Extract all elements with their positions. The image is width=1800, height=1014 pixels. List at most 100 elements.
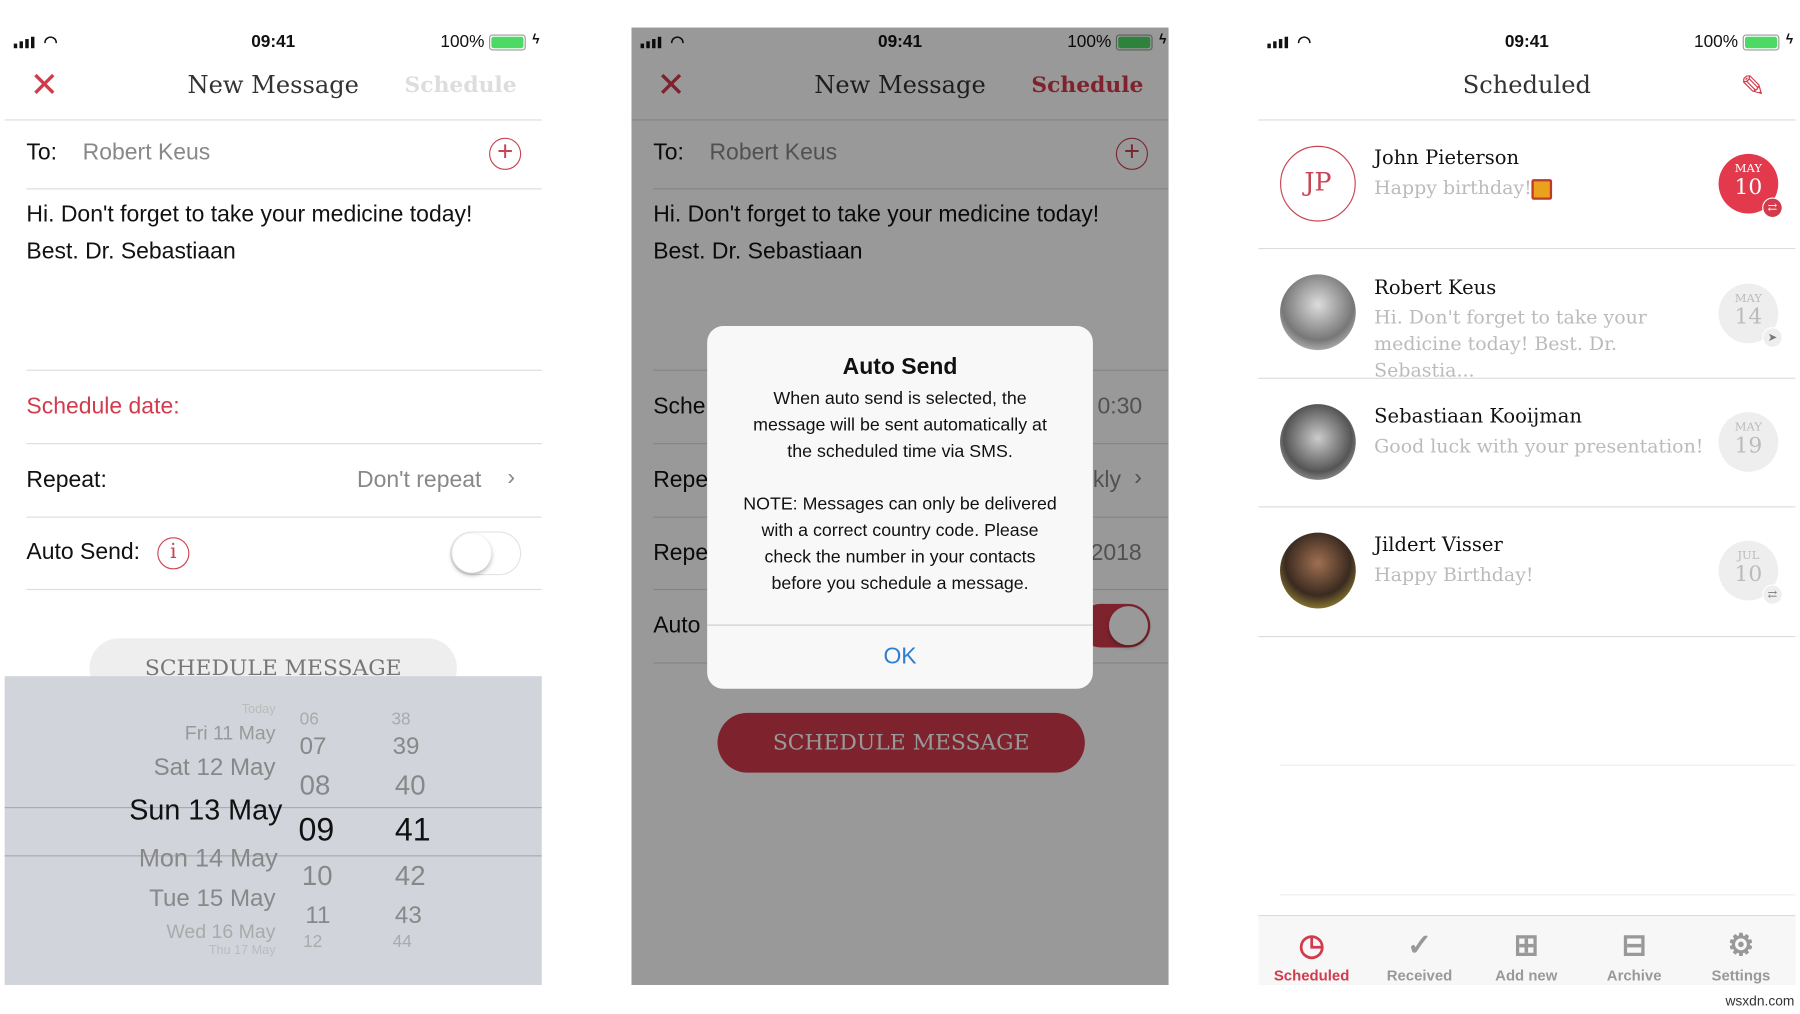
battery-percent: 100%	[440, 32, 485, 52]
picker-hour-selected[interactable]: 09	[298, 812, 334, 849]
to-field[interactable]: Robert Keus	[83, 140, 211, 166]
watermark: wsxdn.com	[1725, 993, 1795, 1010]
list-item[interactable]: Jildert Visser Happy Birthday! JUL 10 ⇄	[1258, 506, 1795, 635]
picker-minute[interactable]: 44	[393, 932, 412, 952]
schedule-button[interactable]: Schedule	[405, 72, 517, 97]
contact-name: Jildert Visser	[1374, 533, 1503, 557]
dialog-text-line: NOTE: Messages can only be delivered	[743, 494, 1057, 515]
auto-send-label: Auto Send:	[26, 539, 141, 565]
picker-date-selected[interactable]: Sun 13 May	[129, 794, 282, 827]
picker-date[interactable]: Fri 11 May	[185, 722, 276, 745]
dialog-message: When auto send is selected, the message …	[707, 386, 1093, 597]
message-preview: Good luck with your presentation!	[1374, 435, 1704, 457]
tab-scheduled[interactable]: ◷ Scheduled	[1258, 916, 1365, 984]
contact-name: Robert Keus	[1374, 276, 1497, 300]
picker-minute[interactable]: 39	[393, 734, 420, 762]
repeat-label: Repeat:	[26, 467, 107, 493]
tab-archive[interactable]: ⊟ Archive	[1581, 916, 1688, 984]
add-recipient-icon[interactable]: +	[489, 137, 522, 170]
tab-settings[interactable]: ⚙ Settings	[1688, 916, 1795, 984]
picker-minute-selected[interactable]: 41	[395, 812, 431, 849]
gift-icon	[1531, 179, 1553, 200]
plus-square-icon: ⊞	[1513, 927, 1539, 963]
message-line-2[interactable]: Best. Dr. Sebastiaan	[26, 239, 235, 265]
phone-auto-send-dialog: ◠ 09:41 100% ϟ ✕ New Message Schedule To…	[631, 27, 1169, 985]
to-label: To:	[26, 140, 58, 166]
picker-hour[interactable]: 10	[302, 861, 333, 893]
dialog-text-line: message will be sent automatically at	[753, 415, 1047, 436]
picker-hour[interactable]: 07	[300, 734, 327, 762]
dialog-text-line: check the number in your contacts	[764, 547, 1036, 568]
picker-minute[interactable]: 40	[395, 770, 426, 802]
info-icon[interactable]: i	[157, 537, 190, 570]
picker-hour[interactable]: 06	[300, 709, 319, 729]
avatar	[1280, 404, 1356, 480]
tab-label: Archive	[1606, 966, 1662, 984]
badge-day: 14	[1734, 304, 1763, 330]
auto-send-toggle[interactable]	[450, 531, 522, 576]
tab-label: Received	[1386, 966, 1453, 984]
contact-name: John Pieterson	[1374, 146, 1520, 170]
avatar	[1280, 532, 1356, 609]
phone-new-message: ◠ 09:41 100% ϟ ✕ New Message Schedule To…	[4, 27, 542, 985]
charging-icon: ϟ	[532, 30, 540, 48]
auto-send-dialog: Auto Send When auto send is selected, th…	[707, 326, 1093, 689]
clock-bubble-icon: ◷	[1298, 927, 1325, 963]
message-preview: Happy Birthday!	[1374, 563, 1534, 586]
message-line-1[interactable]: Hi. Don't forget to take your medicine t…	[26, 202, 472, 228]
picker-hour[interactable]: 11	[305, 902, 330, 930]
picker-date[interactable]: Thu 17 May	[209, 944, 276, 958]
badge-day: 10	[1734, 561, 1763, 587]
message-preview: Happy birthday!	[1374, 176, 1532, 199]
picker-minute[interactable]: 38	[391, 709, 410, 729]
status-bar: ◠ 09:41 100% ϟ	[5, 28, 542, 58]
date-badge: JUL 10 ⇄	[1718, 540, 1783, 605]
date-badge: MAY 14 ➤	[1718, 283, 1783, 348]
avatar: JP	[1280, 145, 1356, 222]
charging-icon: ϟ	[1785, 30, 1794, 48]
check-bubble-icon: ✓	[1406, 927, 1433, 963]
dialog-text-line: with a correct country code. Please	[761, 521, 1039, 541]
dialog-text-line: before you schedule a message.	[771, 574, 1029, 594]
picker-hour[interactable]: 12	[303, 932, 322, 952]
ok-button[interactable]: OK	[707, 626, 1093, 689]
dialog-title: Auto Send	[842, 354, 958, 380]
avatar	[1280, 274, 1356, 351]
dialog-text-line: When auto send is selected, the	[773, 389, 1027, 409]
list-item[interactable]: Robert Keus Hi. Don't forget to take you…	[1258, 249, 1795, 381]
list-item[interactable]: Sebastiaan Kooijman Good luck with your …	[1258, 378, 1795, 507]
message-preview: Hi. Don't forget to take your medicine t…	[1374, 306, 1647, 382]
picker-date[interactable]: Today	[242, 703, 276, 717]
date-badge: MAY 10 ⇄	[1718, 153, 1783, 219]
badge-day: 19	[1734, 432, 1763, 459]
picker-date[interactable]: Mon 14 May	[139, 844, 278, 874]
list-item[interactable]: JP John Pieterson Happy birthday! MAY 10…	[1258, 119, 1795, 248]
status-bar: ◠ 09:41 100% ϟ	[1258, 28, 1795, 58]
stage: ◠ 09:41 100% ϟ ✕ New Message Schedule To…	[0, 0, 1800, 1014]
tab-label: Settings	[1711, 966, 1771, 984]
page-title: Scheduled	[1462, 71, 1591, 99]
picker-date[interactable]: Tue 15 May	[149, 885, 275, 913]
tab-received[interactable]: ✓ Received	[1366, 916, 1473, 984]
picker-date[interactable]: Wed 16 May	[166, 921, 275, 944]
battery-percent: 100%	[1694, 32, 1739, 52]
picker-date[interactable]: Sat 12 May	[154, 754, 276, 782]
picker-minute[interactable]: 43	[395, 902, 422, 930]
repeat-icon: ⇄	[1762, 584, 1783, 605]
date-badge: MAY 19	[1718, 412, 1779, 472]
repeat-icon: ⇄	[1762, 197, 1783, 219]
dialog-text-line: the scheduled time via SMS.	[787, 441, 1013, 462]
battery-icon	[1742, 34, 1780, 51]
phone-scheduled-list: ◠ 09:41 100% ϟ Scheduled ✎ JP John Piete…	[1258, 27, 1796, 985]
tab-label: Add new	[1495, 966, 1558, 984]
tab-bar: ◷ Scheduled ✓ Received ⊞ Add new ⊟ Archive ⚙…	[1258, 914, 1796, 985]
picker-hour[interactable]: 08	[300, 770, 331, 802]
date-time-picker[interactable]: Today Fri 11 May Sat 12 May Sun 13 May M…	[4, 676, 542, 985]
schedule-date-label[interactable]: Schedule date:	[26, 394, 179, 420]
contact-name: Sebastiaan Kooijman	[1374, 405, 1582, 429]
send-icon: ➤	[1762, 327, 1783, 348]
repeat-value[interactable]: Don't repeat	[357, 467, 481, 493]
picker-minute[interactable]: 42	[395, 861, 426, 893]
compose-icon[interactable]: ✎	[1740, 69, 1765, 105]
tab-add-new[interactable]: ⊞ Add new	[1473, 916, 1580, 984]
